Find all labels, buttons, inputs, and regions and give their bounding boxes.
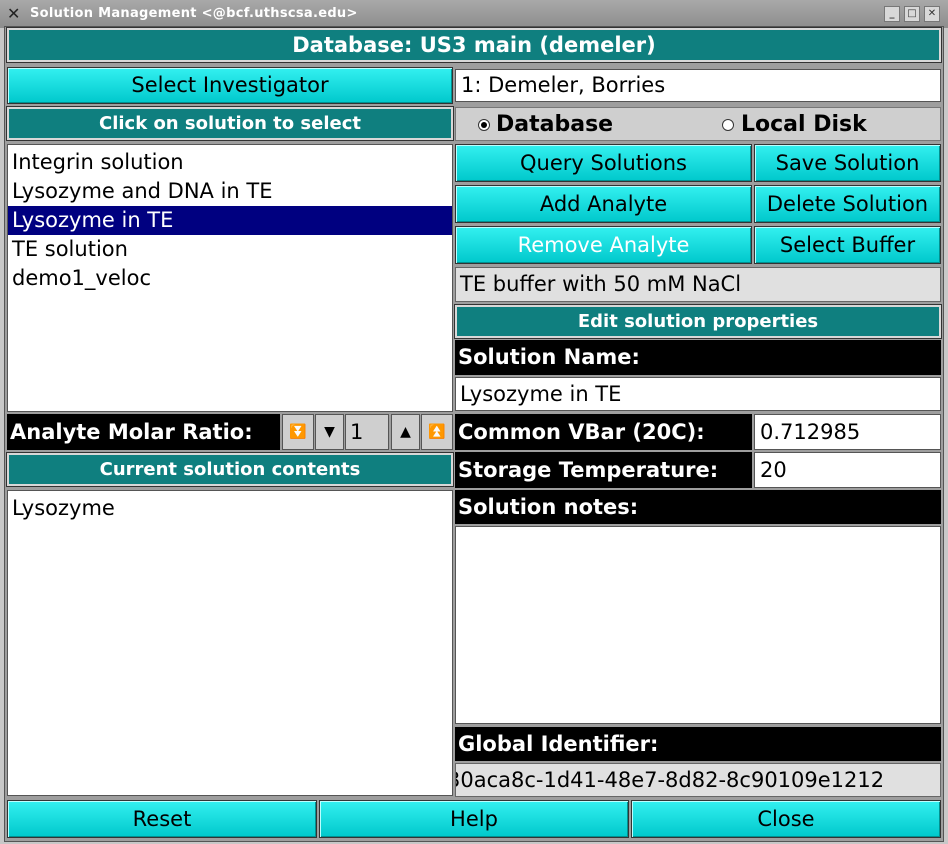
global-identifier-label: Global Identifier:	[455, 727, 941, 761]
solutions-heading: Click on solution to select	[6, 106, 454, 141]
remove-analyte-button[interactable]: Remove Analyte	[455, 226, 752, 264]
list-item[interactable]: Lysozyme and DNA in TE	[8, 177, 452, 206]
contents-heading: Current solution contents	[6, 452, 454, 487]
delete-solution-button[interactable]: Delete Solution	[754, 185, 941, 223]
decrease-icon[interactable]: ▼	[315, 414, 344, 450]
list-item[interactable]: Lysozyme	[8, 494, 452, 523]
save-solution-button[interactable]: Save Solution	[754, 144, 941, 182]
solutions-list[interactable]: Integrin solution Lysozyme and DNA in TE…	[7, 144, 453, 412]
global-identifier-value: 30aca8c-1d41-48e7-8d82-8c90109e1212	[455, 768, 885, 792]
molar-ratio-value[interactable]: 1	[345, 414, 389, 450]
edit-properties-heading: Edit solution properties	[454, 304, 942, 339]
window-title: Solution Management <@bcf.uthscsa.edu>	[30, 6, 358, 21]
query-solutions-button[interactable]: Query Solutions	[455, 144, 752, 182]
investigator-field: 1: Demeler, Borries	[455, 69, 941, 102]
minimize-icon[interactable]: _	[884, 6, 900, 22]
database-radio-label[interactable]: Database	[496, 112, 613, 137]
data-source-group: Database Local Disk	[455, 107, 941, 141]
local-disk-radio-label[interactable]: Local Disk	[741, 112, 867, 137]
solution-notes-textarea[interactable]	[455, 526, 941, 724]
vbar-label: Common VBar (20C):	[455, 414, 752, 450]
reset-button[interactable]: Reset	[7, 800, 317, 838]
increase-fast-icon[interactable]: ⏫	[421, 414, 453, 450]
close-button[interactable]: Close	[631, 800, 941, 838]
solution-name-label: Solution Name:	[455, 340, 941, 375]
maximize-icon[interactable]: □	[904, 6, 920, 22]
list-item[interactable]: TE solution	[8, 235, 452, 264]
select-investigator-button[interactable]: Select Investigator	[7, 67, 453, 104]
x11-logo-icon: ✕	[7, 4, 21, 23]
add-analyte-button[interactable]: Add Analyte	[455, 185, 752, 223]
molar-ratio-label: Analyte Molar Ratio:	[7, 414, 280, 450]
decrease-fast-icon[interactable]: ⏬	[282, 414, 314, 450]
storage-temperature-input[interactable]: 20	[754, 452, 941, 488]
list-item[interactable]: Integrin solution	[8, 148, 452, 177]
vbar-input[interactable]: 0.712985	[754, 414, 941, 450]
database-radio[interactable]	[478, 119, 490, 131]
help-button[interactable]: Help	[319, 800, 629, 838]
increase-icon[interactable]: ▲	[391, 414, 420, 450]
storage-temperature-label: Storage Temperature:	[455, 452, 752, 488]
window-titlebar[interactable]: ✕ Solution Management <@bcf.uthscsa.edu>…	[0, 0, 948, 28]
list-item[interactable]: demo1_veloc	[8, 264, 452, 293]
buffer-field: TE buffer with 50 mM NaCl	[455, 267, 941, 302]
solution-notes-label: Solution notes:	[455, 490, 941, 524]
global-identifier-field: 30aca8c-1d41-48e7-8d82-8c90109e1212	[455, 763, 941, 797]
database-banner: Database: US3 main (demeler)	[6, 27, 942, 63]
select-buffer-button[interactable]: Select Buffer	[754, 226, 941, 264]
list-item-selected[interactable]: Lysozyme in TE	[8, 206, 452, 235]
close-window-icon[interactable]: ✕	[924, 6, 940, 22]
solution-name-input[interactable]: Lysozyme in TE	[455, 377, 941, 411]
contents-list[interactable]: Lysozyme	[7, 490, 453, 796]
local-disk-radio[interactable]	[722, 119, 734, 131]
